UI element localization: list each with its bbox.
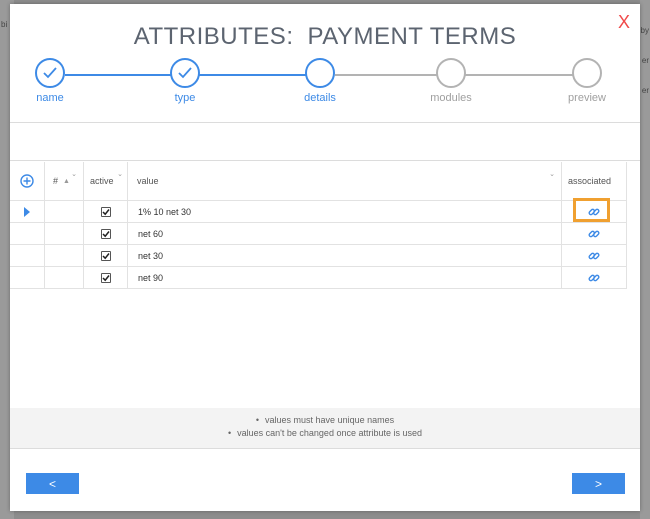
step-circle [436,58,466,88]
row-selector[interactable] [10,245,45,266]
divider [10,160,640,161]
sort-up-icon: ▲ [63,177,70,185]
link-icon[interactable] [588,250,600,262]
associated-cell [562,223,627,244]
link-icon[interactable] [588,228,600,240]
step-label: type [174,92,196,104]
row-selector[interactable] [10,201,45,222]
title-attribute-name: PAYMENT TERMS [307,23,517,50]
value-cell[interactable]: 1% 10 net 30 [128,201,562,222]
active-checkbox[interactable] [100,228,111,239]
table-row[interactable]: 1% 10 net 30 [10,201,627,223]
row-number-cell [45,267,84,288]
step-circle [35,58,65,88]
step-preview[interactable]: preview [542,58,632,104]
background-text-right: er [641,86,649,95]
table-row[interactable]: net 90 [10,267,627,289]
column-header-associated[interactable]: associated [562,162,627,200]
row-selector[interactable] [10,223,45,244]
table-row[interactable]: net 60 [10,223,627,245]
step-circle [170,58,200,88]
associated-cell [562,267,627,288]
column-menu-icon[interactable]: ⌄ [71,170,77,178]
row-selector[interactable] [10,267,45,288]
value-cell[interactable]: net 90 [128,267,562,288]
active-checkbox[interactable] [100,250,111,261]
step-circle [572,58,602,88]
row-pointer-icon [24,206,30,217]
column-header-associated-label: associated [568,176,612,186]
step-label: details [304,92,336,104]
value-cell[interactable]: net 30 [128,245,562,266]
active-cell [84,223,128,244]
page-title: ATTRIBUTES: PAYMENT TERMS [10,23,640,51]
step-circle [305,58,335,88]
check-icon [101,230,110,237]
note-item: values must have unique names [10,414,640,427]
row-number-cell [45,245,84,266]
background-text-right: by [640,26,649,35]
row-number-cell [45,201,84,222]
step-label: modules [430,92,472,104]
previous-button[interactable]: < [26,473,79,494]
attribute-wizard-modal: X ATTRIBUTES: PAYMENT TERMS name type det… [10,4,640,511]
step-name[interactable]: name [5,58,95,104]
checkmark-icon [178,67,192,79]
associated-cell [562,245,627,266]
active-cell [84,267,128,288]
divider [10,448,640,449]
column-menu-icon[interactable]: ⌄ [117,170,123,178]
active-checkbox[interactable] [100,206,111,217]
add-circle-icon[interactable] [20,174,34,188]
add-value-cell [10,162,45,200]
check-icon [101,252,110,259]
active-checkbox[interactable] [100,272,111,283]
step-type[interactable]: type [140,58,230,104]
column-header-number[interactable]: # ▲ ⌄ [45,162,84,200]
row-number-cell [45,223,84,244]
background-strip-right [640,0,650,519]
wizard-stepper: name type details modules preview [10,58,640,118]
step-label: name [36,92,64,104]
column-header-value-label: value [137,176,159,186]
step-modules[interactable]: modules [406,58,496,104]
step-label: preview [568,92,606,104]
column-header-value[interactable]: value ⌄ [128,162,562,200]
checkmark-icon [43,67,57,79]
divider [10,122,640,123]
active-cell [84,201,128,222]
value-cell[interactable]: net 60 [128,223,562,244]
next-button[interactable]: > [572,473,625,494]
background-text-left: bi [1,20,8,29]
link-icon[interactable] [588,272,600,284]
column-header-number-label: # [53,176,59,186]
background-text-right: er [641,56,649,65]
column-header-active[interactable]: active ⌄ [84,162,128,200]
note-item: values can't be changed once attribute i… [10,427,640,440]
validation-notes: values must have unique names values can… [10,408,640,448]
title-prefix: ATTRIBUTES: [133,23,294,50]
active-cell [84,245,128,266]
table-row[interactable]: net 30 [10,245,627,267]
check-icon [101,208,110,215]
column-header-active-label: active [90,176,114,186]
step-details[interactable]: details [275,58,365,104]
column-menu-icon[interactable]: ⌄ [549,170,555,178]
table-header-row: # ▲ ⌄ active ⌄ value ⌄ associated [10,162,627,201]
check-icon [101,274,110,281]
highlight-box [573,198,610,222]
